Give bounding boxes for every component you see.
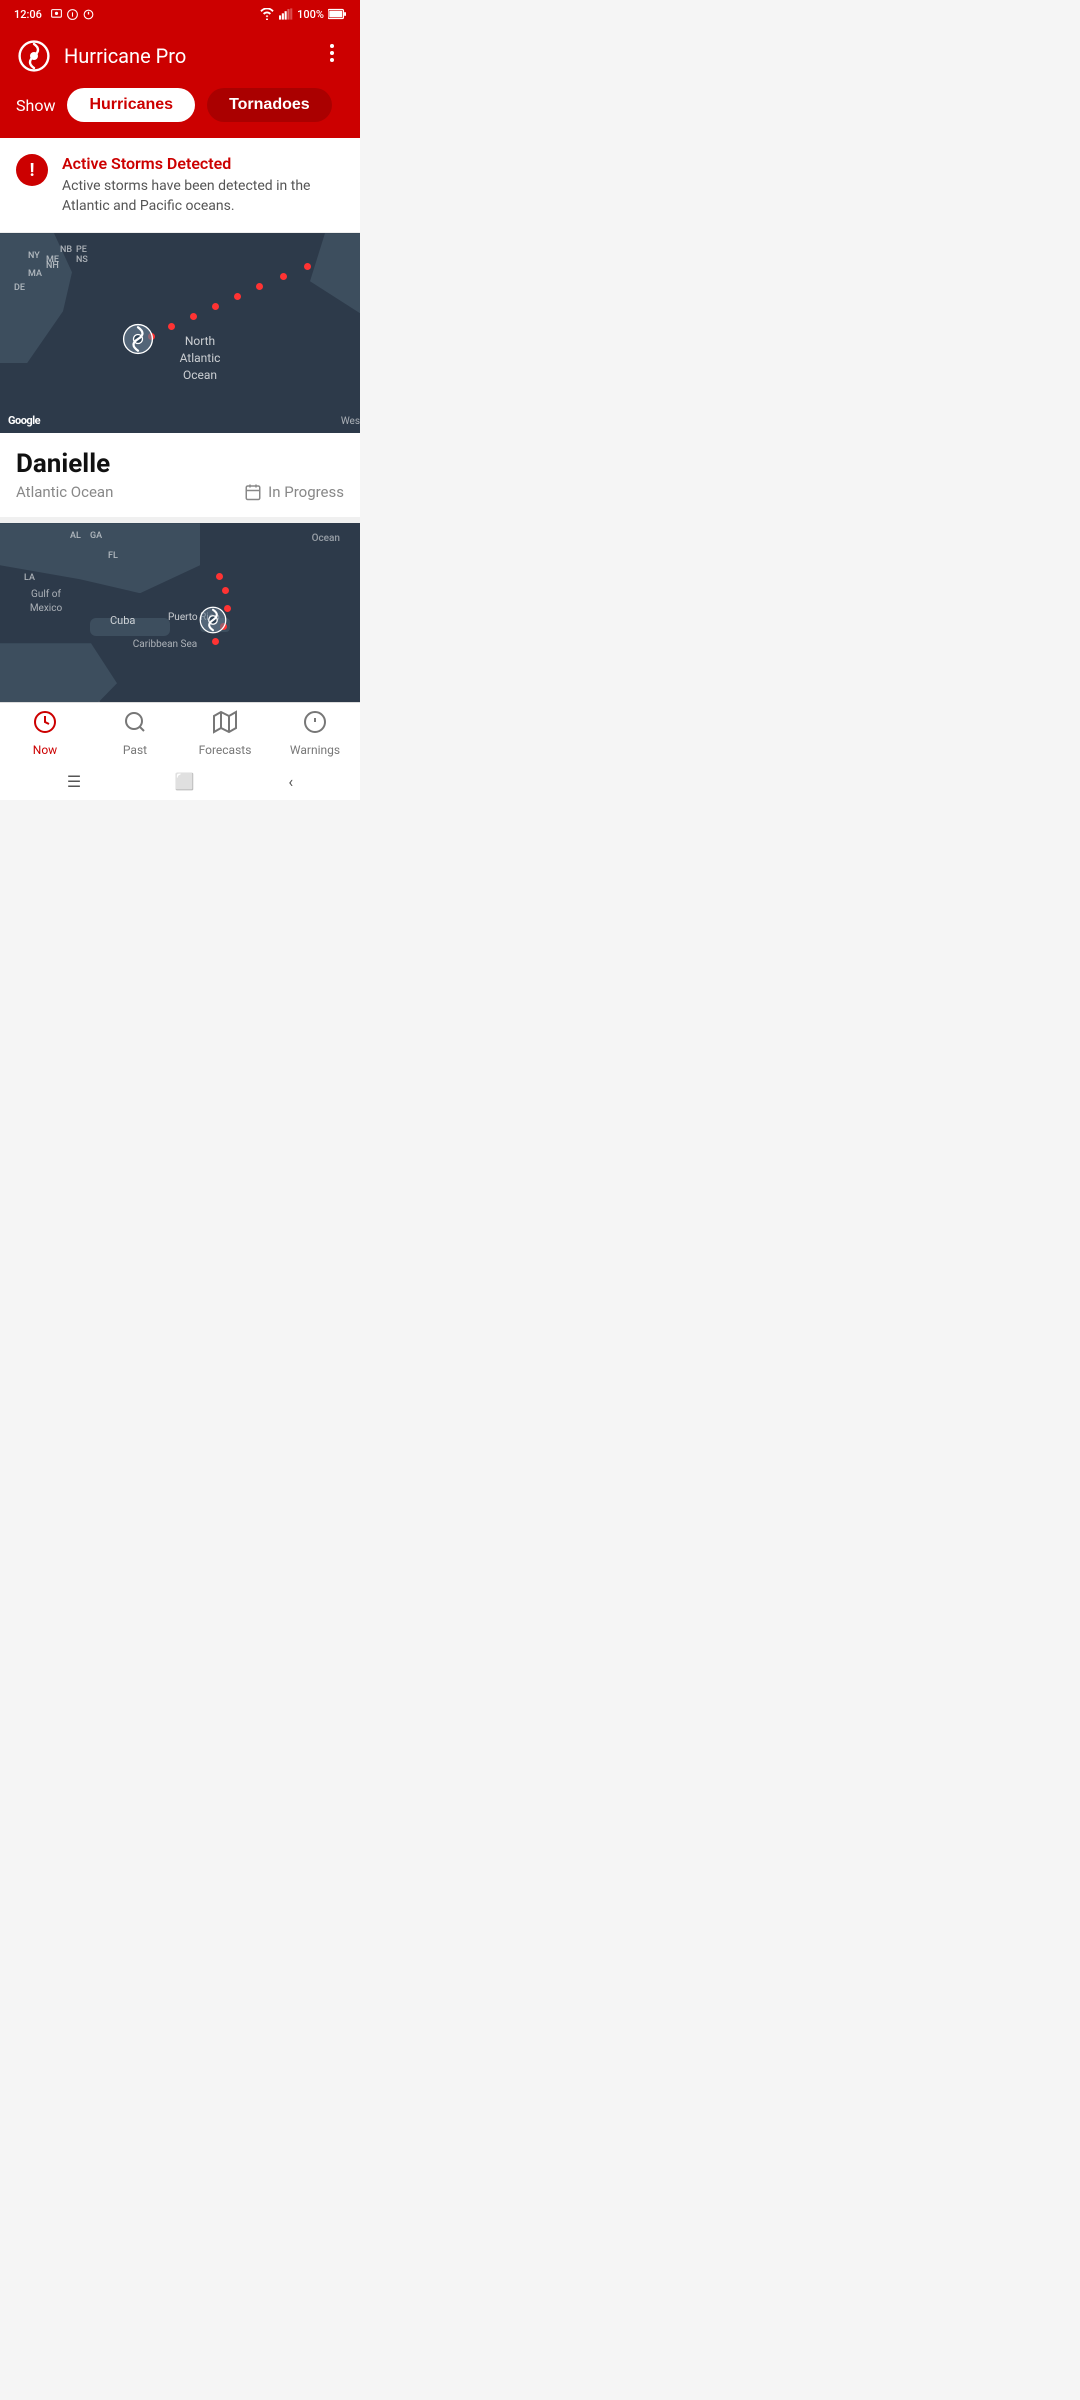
ny-label: NY	[28, 251, 40, 261]
caribbean-map[interactable]: Ocean FL AL GA LA Gulf ofMexico Cuba Pue…	[0, 523, 360, 723]
europe-land	[310, 233, 360, 313]
map-icon	[213, 710, 237, 740]
carib-track-dot-4	[222, 587, 229, 594]
track-dot-8	[304, 263, 311, 270]
time-display: 12:06	[14, 8, 42, 21]
track-dot-7	[280, 273, 287, 280]
atlantic-map[interactable]: NY NH ME MA DE NB PE NS NorthAtlanticOce…	[0, 233, 360, 433]
status-indicators: 100%	[259, 8, 346, 21]
alert-banner: ! Active Storms Detected Active storms h…	[0, 138, 360, 233]
storm-meta: Atlantic Ocean In Progress	[16, 483, 344, 501]
android-back-btn[interactable]: ‹	[288, 772, 293, 791]
storm-status-label: In Progress	[268, 483, 344, 501]
track-dot-6	[256, 283, 263, 290]
hurricane-logo-icon	[18, 40, 50, 72]
clock-icon	[33, 710, 57, 740]
more-menu-button[interactable]	[320, 41, 344, 71]
warning-icon	[303, 710, 327, 740]
status-bar: 12:06 100%	[0, 0, 360, 28]
fl-label: FL	[108, 551, 118, 561]
hurricanes-toggle[interactable]: Hurricanes	[67, 88, 195, 122]
atlantic-ocean-label: NorthAtlanticOcean	[160, 333, 240, 383]
app-header: Hurricane Pro	[0, 28, 360, 88]
ga-label: GA	[90, 531, 102, 541]
calendar-icon	[244, 483, 262, 501]
signal-icon	[279, 8, 293, 20]
android-menu-btn[interactable]: ☰	[67, 772, 81, 791]
alert-title: Active Storms Detected	[62, 154, 344, 173]
pe-label: PE	[76, 245, 87, 255]
google-watermark: Google	[8, 414, 40, 427]
wes-watermark: Wes	[341, 416, 360, 427]
nav-warnings-label: Warnings	[290, 743, 340, 757]
app-title: Hurricane Pro	[64, 44, 186, 68]
nav-forecasts-label: Forecasts	[199, 743, 252, 757]
de-label: DE	[14, 283, 25, 293]
nav-forecasts[interactable]: Forecasts	[180, 710, 270, 757]
nav-past-label: Past	[123, 743, 147, 757]
storm-location: Atlantic Ocean	[16, 483, 113, 501]
wifi-icon	[259, 8, 275, 20]
header-left: Hurricane Pro	[16, 38, 186, 74]
la-label: LA	[24, 573, 35, 583]
tornadoes-toggle[interactable]: Tornadoes	[207, 88, 332, 122]
nav-now[interactable]: Now	[0, 710, 90, 757]
nav-warnings[interactable]: Warnings	[270, 710, 360, 757]
ma-label: MA	[28, 269, 42, 279]
track-dot-2	[168, 323, 175, 330]
ns-label: NS	[76, 255, 88, 265]
nav-now-label: Now	[33, 743, 57, 757]
android-nav-bar: ☰ ⬜ ‹	[0, 762, 360, 800]
storm-status: In Progress	[244, 483, 344, 501]
gulf-mexico-label: Gulf ofMexico	[16, 588, 76, 616]
nav-past[interactable]: Past	[90, 710, 180, 757]
hurricane-marker	[120, 321, 156, 361]
track-dot-4	[212, 303, 219, 310]
storm-name: Danielle	[16, 449, 344, 479]
notification-icons	[50, 8, 95, 21]
android-home-btn[interactable]: ⬜	[175, 772, 195, 791]
alert-description: Active storms have been detected in the …	[62, 177, 344, 216]
search-icon	[123, 710, 147, 740]
bottom-nav: Now Past Forecasts Warning	[0, 702, 360, 762]
show-label: Show	[16, 96, 55, 115]
battery-percent: 100%	[297, 8, 324, 21]
track-dot-5	[234, 293, 241, 300]
me-label: ME	[46, 255, 59, 265]
carib-track-dot-5	[216, 573, 223, 580]
track-dot-3	[190, 313, 197, 320]
hurricane-marker-2	[196, 603, 230, 641]
alert-icon: !	[16, 154, 48, 186]
filter-toggle-row: Show Hurricanes Tornadoes	[0, 88, 360, 138]
storm-card-danielle[interactable]: Danielle Atlantic Ocean In Progress	[0, 433, 360, 523]
cuba-label: Cuba	[110, 613, 135, 628]
al-label: AL	[70, 531, 81, 541]
app-logo	[16, 38, 52, 74]
battery-icon	[328, 8, 346, 20]
nb-label: NB	[60, 245, 72, 255]
status-time: 12:06	[14, 8, 95, 21]
ocean-label-top: Ocean	[312, 533, 340, 544]
